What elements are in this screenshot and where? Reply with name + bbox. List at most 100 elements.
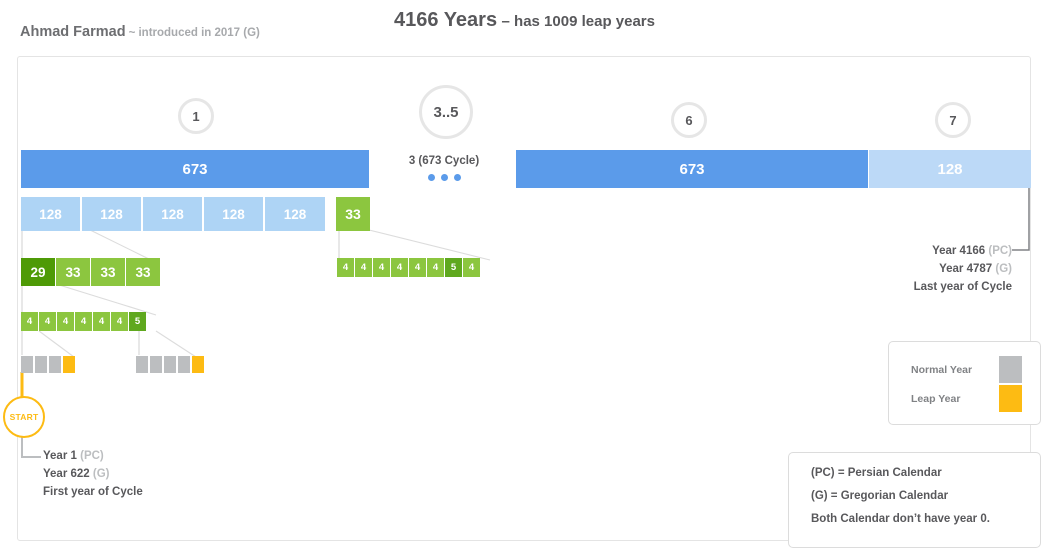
box-5-label: 5	[134, 316, 141, 327]
box-128[interactable]: 128	[204, 197, 264, 231]
box-4[interactable]: 4	[463, 258, 480, 277]
cycle-repeat-label: 3 (673 Cycle)	[408, 155, 480, 167]
row-33-boxes: 29 33 33 33	[21, 258, 160, 286]
start-marker-label: START	[9, 412, 39, 422]
box-4[interactable]: 4	[39, 312, 56, 331]
end-year-g-line: Year 4787 (G)	[782, 260, 1012, 278]
box-33-tail[interactable]: 33	[336, 197, 370, 231]
box-33-label: 33	[100, 264, 116, 280]
cycle-dot	[427, 174, 435, 181]
stage-circle-7-label: 7	[949, 112, 957, 128]
row-128-boxes: 128 128 128 128 128	[21, 197, 325, 231]
legend-row-normal: Normal Year	[889, 356, 1040, 383]
info-line-zero: Both Calendar don’t have year 0.	[811, 513, 990, 525]
info-box: (PC) = Persian Calendar (G) = Gregorian …	[788, 452, 1041, 548]
box-4-label: 4	[80, 316, 87, 327]
bar-128[interactable]: 128	[869, 150, 1031, 188]
year-group-right	[136, 356, 204, 373]
box-4[interactable]: 4	[337, 258, 354, 277]
box-5[interactable]: 5	[129, 312, 146, 331]
box-128-label: 128	[283, 206, 307, 222]
start-year-g-line: Year 622 (G)	[43, 465, 143, 483]
stage-circle-1-label: 1	[192, 108, 200, 124]
box-128-label: 128	[100, 206, 123, 222]
end-year-pc: Year 4166	[932, 245, 986, 257]
end-tag-g: (G)	[995, 263, 1012, 275]
box-4-label: 4	[468, 262, 475, 273]
bar-673-first[interactable]: 673	[21, 150, 369, 188]
start-year-g: Year 622	[43, 468, 90, 480]
box-5[interactable]: 5	[445, 258, 462, 277]
normal-year-cell[interactable]	[178, 356, 190, 373]
cycle-repeat-group: 3 (673 Cycle)	[383, 155, 505, 181]
box-4-label: 4	[62, 316, 69, 327]
end-year-g: Year 4787	[939, 263, 993, 275]
title-sub: – has 1009 leap years	[501, 13, 655, 30]
normal-year-cell[interactable]	[21, 356, 33, 373]
box-4-label: 4	[98, 316, 105, 327]
box-5-label: 5	[450, 262, 457, 273]
box-4[interactable]: 4	[57, 312, 74, 331]
normal-year-cell[interactable]	[35, 356, 47, 373]
stage-circle-6[interactable]: 6	[671, 102, 707, 138]
cycle-repeat-dots	[383, 174, 505, 181]
stage-circle-1[interactable]: 1	[178, 98, 214, 134]
box-4[interactable]: 4	[427, 258, 444, 277]
stage-circle-3to5-label: 3..5	[433, 103, 459, 121]
stage-circle-3to5[interactable]: 3..5	[419, 85, 473, 139]
box-4[interactable]: 4	[111, 312, 128, 331]
row-4-left: 4 4 4 4 4 4 5	[21, 312, 146, 331]
box-4[interactable]: 4	[355, 258, 372, 277]
start-tag-g: (G)	[92, 468, 110, 480]
box-33[interactable]: 33	[126, 258, 160, 286]
box-4[interactable]: 4	[93, 312, 110, 331]
box-4-label: 4	[26, 316, 33, 327]
box-33-label: 33	[65, 264, 81, 280]
leap-year-cell[interactable]	[192, 356, 204, 373]
normal-year-swatch	[999, 356, 1022, 383]
box-4[interactable]: 4	[409, 258, 426, 277]
box-128[interactable]: 128	[265, 197, 325, 231]
leap-year-cell[interactable]	[63, 356, 75, 373]
info-line-pc: (PC) = Persian Calendar	[811, 467, 942, 479]
bar-673-second-label: 673	[679, 160, 705, 178]
start-year-pc-line: Year 1 (PC)	[43, 447, 143, 465]
box-4-label: 4	[396, 262, 403, 273]
box-4-label: 4	[116, 316, 123, 327]
bar-673-first-label: 673	[182, 160, 208, 178]
box-4[interactable]: 4	[373, 258, 390, 277]
box-4-label: 4	[414, 262, 421, 273]
box-4[interactable]: 4	[75, 312, 92, 331]
stage-circle-6-label: 6	[685, 112, 693, 128]
box-128[interactable]: 128	[82, 197, 142, 231]
box-29[interactable]: 29	[21, 258, 55, 286]
box-4[interactable]: 4	[21, 312, 38, 331]
normal-year-cell[interactable]	[150, 356, 162, 373]
title-main: 4166 Years	[394, 9, 498, 31]
box-33-tail-label: 33	[345, 206, 361, 222]
year-group-left	[21, 356, 75, 373]
bar-673-second[interactable]: 673	[516, 150, 868, 188]
normal-year-cell[interactable]	[164, 356, 176, 373]
box-4-label: 4	[342, 262, 349, 273]
normal-year-cell[interactable]	[49, 356, 61, 373]
end-note: Last year of Cycle	[913, 281, 1012, 293]
box-4[interactable]: 4	[391, 258, 408, 277]
start-tag-pc: (PC)	[80, 450, 104, 462]
box-128-label: 128	[222, 206, 245, 222]
box-128[interactable]: 128	[143, 197, 203, 231]
start-year-pc: Year 1	[43, 450, 77, 462]
start-marker[interactable]: START	[3, 396, 45, 438]
box-33[interactable]: 33	[91, 258, 125, 286]
box-128-label: 128	[39, 206, 62, 222]
row-4-right: 4 4 4 4 4 4 5 4	[337, 258, 480, 277]
box-29-label: 29	[30, 264, 46, 280]
box-4-label: 4	[360, 262, 367, 273]
normal-year-cell[interactable]	[136, 356, 148, 373]
box-33[interactable]: 33	[56, 258, 90, 286]
stage-circle-7[interactable]: 7	[935, 102, 971, 138]
page-title: 4166 Years – has 1009 leap years	[0, 9, 1049, 32]
bar-128-label: 128	[937, 160, 963, 178]
info-line-g: (G) = Gregorian Calendar	[811, 490, 949, 502]
box-128[interactable]: 128	[21, 197, 81, 231]
